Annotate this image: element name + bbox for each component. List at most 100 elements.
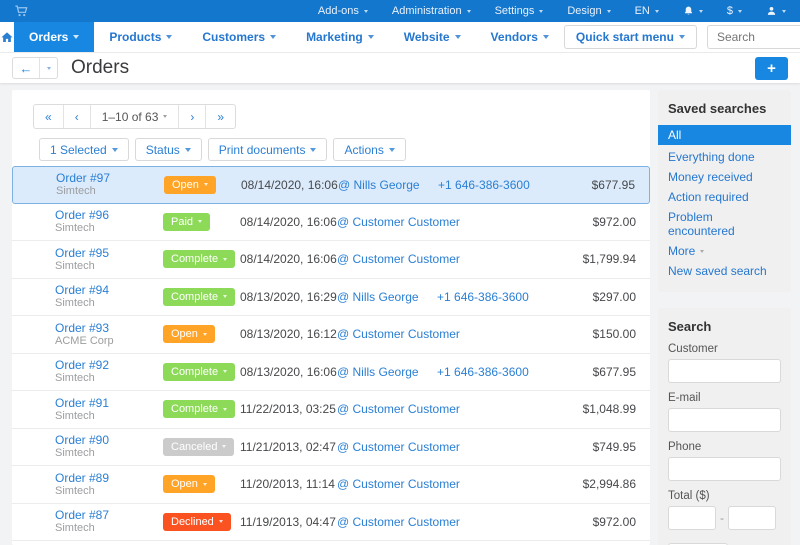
nav-item-marketing[interactable]: Marketing [291, 22, 389, 52]
toolbar-button[interactable]: Status [135, 138, 202, 161]
order-link[interactable]: Order #87 [55, 508, 151, 522]
topbar-menu-item[interactable]: EN [635, 5, 659, 17]
order-customer-link[interactable]: @ Nills George [338, 178, 420, 192]
order-customer-cell: @ Nills George [338, 178, 438, 192]
topbar-menu-item[interactable]: Add-ons [318, 5, 368, 17]
saved-search-item[interactable]: More [668, 241, 781, 261]
status-caret-icon [223, 258, 227, 261]
order-status-badge[interactable]: Canceled [163, 438, 234, 456]
toolbar-button[interactable]: Print documents [208, 138, 328, 161]
order-status-badge[interactable]: Complete [163, 288, 235, 306]
pagination-next-button[interactable]: › [179, 105, 206, 128]
table-row[interactable]: Order #87 Simtech Declined 11/19/2013, 0… [12, 504, 650, 542]
order-customer-link[interactable]: @ Customer Customer [337, 327, 460, 341]
table-row[interactable]: Order #94 Simtech Complete 08/13/2020, 1… [12, 279, 650, 317]
order-total: $1,048.99 [547, 402, 650, 416]
status-caret-icon [223, 295, 227, 298]
topbar-menu-item[interactable]: Design [567, 5, 610, 17]
order-customer-link[interactable]: @ Customer Customer [337, 477, 460, 491]
nav-item-customers[interactable]: Customers [187, 22, 291, 52]
table-row[interactable]: Order #97 Simtech Open 08/14/2020, 16:06… [12, 166, 650, 204]
quick-start-menu-button[interactable]: Quick start menu [564, 25, 697, 49]
order-status-badge[interactable]: Complete [163, 363, 235, 381]
nav-item-website[interactable]: Website [389, 22, 476, 52]
nav-item-products[interactable]: Products [94, 22, 187, 52]
email-label: E-mail [668, 392, 781, 404]
order-link[interactable]: Order #92 [55, 358, 151, 372]
order-date: 11/21/2013, 02:47 [240, 440, 337, 454]
table-row[interactable]: Order #91 Simtech Complete 11/22/2013, 0… [12, 391, 650, 429]
nav-item-label: Products [109, 30, 161, 44]
pagination-first-button[interactable]: « [34, 105, 64, 128]
order-status-badge[interactable]: Paid [163, 213, 210, 231]
table-row[interactable]: Order #89 Simtech Open 11/20/2013, 11:14… [12, 466, 650, 504]
order-customer-link[interactable]: @ Nills George [337, 290, 419, 304]
nav-item-vendors[interactable]: Vendors [476, 22, 564, 52]
saved-search-item[interactable]: Action required [668, 187, 781, 207]
order-link[interactable]: Order #96 [55, 208, 151, 222]
topbar-menu-item[interactable]: Administration [392, 5, 471, 17]
order-link[interactable]: Order #91 [55, 396, 151, 410]
pagination-last-button[interactable]: » [206, 105, 235, 128]
table-row[interactable]: Order #92 Simtech Complete 08/13/2020, 1… [12, 354, 650, 392]
order-total: $972.00 [547, 515, 650, 529]
page-title: Orders [71, 57, 129, 79]
add-order-button[interactable]: + [755, 57, 788, 80]
toolbar-button[interactable]: 1 Selected [39, 138, 129, 161]
notifications-bell-icon[interactable] [683, 5, 703, 17]
order-customer-link[interactable]: @ Customer Customer [337, 440, 460, 454]
home-icon[interactable] [0, 22, 14, 52]
order-status-badge[interactable]: Open [163, 325, 215, 343]
customer-field[interactable] [668, 359, 781, 383]
table-row[interactable]: Order #90 Simtech Canceled 11/21/2013, 0… [12, 429, 650, 467]
order-status-badge[interactable]: Open [164, 176, 216, 194]
total-label: Total ($) [668, 490, 781, 502]
order-phone-link[interactable]: +1 646-386-3600 [437, 365, 529, 379]
order-company: Simtech [55, 260, 151, 273]
saved-search-item[interactable]: Problem encountered [668, 207, 781, 241]
order-phone-link[interactable]: +1 646-386-3600 [437, 290, 529, 304]
order-link[interactable]: Order #95 [55, 246, 151, 260]
order-phone-link[interactable]: +1 646-386-3600 [438, 178, 530, 192]
order-link[interactable]: Order #94 [55, 283, 151, 297]
order-customer-link[interactable]: @ Customer Customer [337, 515, 460, 529]
email-field[interactable] [668, 408, 781, 432]
total-from-field[interactable] [668, 506, 716, 530]
total-to-field[interactable] [728, 506, 776, 530]
saved-search-item[interactable]: All [658, 125, 791, 145]
nav-item-label: Customers [202, 30, 265, 44]
cart-icon[interactable] [14, 4, 29, 18]
phone-field[interactable] [668, 457, 781, 481]
back-dropdown-button[interactable] [40, 58, 57, 78]
back-button[interactable]: ← [13, 58, 40, 78]
table-row[interactable]: Order #93 ACME Corp Open 08/13/2020, 16:… [12, 316, 650, 354]
table-row[interactable]: Order #96 Simtech Paid 08/14/2020, 16:06… [12, 204, 650, 242]
currency-menu[interactable]: $ [727, 5, 742, 17]
topbar-menu-item[interactable]: Settings [495, 5, 544, 17]
order-customer-link[interactable]: @ Customer Customer [337, 252, 460, 266]
order-customer-link[interactable]: @ Nills George [337, 365, 419, 379]
order-link[interactable]: Order #89 [55, 471, 151, 485]
order-link[interactable]: Order #97 [56, 171, 152, 185]
order-company: Simtech [55, 410, 151, 423]
order-status-badge[interactable]: Complete [163, 400, 235, 418]
saved-search-item[interactable]: Money received [668, 167, 781, 187]
order-link[interactable]: Order #90 [55, 433, 151, 447]
saved-search-item[interactable]: New saved search [668, 261, 781, 281]
order-status-badge[interactable]: Declined [163, 513, 231, 531]
order-customer-link[interactable]: @ Customer Customer [337, 402, 460, 416]
saved-search-item[interactable]: Everything done [668, 147, 781, 167]
order-date: 08/14/2020, 16:06 [240, 215, 337, 229]
pagination-prev-button[interactable]: ‹ [64, 105, 91, 128]
order-status-badge[interactable]: Open [163, 475, 215, 493]
user-account-icon[interactable] [766, 5, 786, 17]
nav-item-orders[interactable]: Orders [14, 22, 94, 52]
order-customer-link[interactable]: @ Customer Customer [337, 215, 460, 229]
toolbar-button[interactable]: Actions [333, 138, 405, 161]
status-caret-icon [222, 445, 226, 448]
order-link[interactable]: Order #93 [55, 321, 151, 335]
search-input[interactable] [708, 30, 800, 44]
pagination-range-dropdown[interactable]: 1–10 of 63 [91, 105, 180, 128]
table-row[interactable]: Order #95 Simtech Complete 08/14/2020, 1… [12, 241, 650, 279]
order-status-badge[interactable]: Complete [163, 250, 235, 268]
